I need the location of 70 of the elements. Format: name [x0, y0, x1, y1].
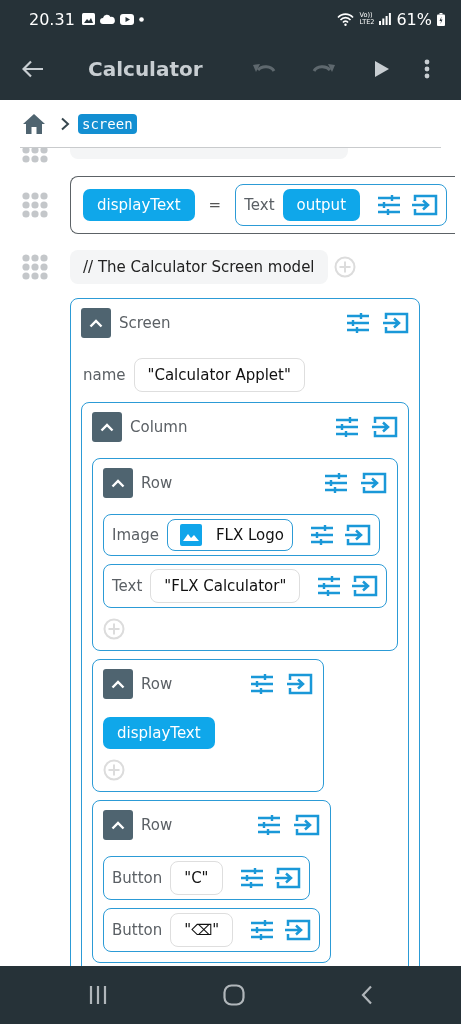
- enter-icon[interactable]: [361, 472, 388, 494]
- collapse-button[interactable]: [103, 810, 133, 840]
- widget-type: Row: [141, 675, 174, 693]
- drag-handle-icon[interactable]: [22, 254, 48, 280]
- back-icon[interactable]: [361, 985, 374, 1005]
- comment-text[interactable]: // The Calculator Screen model: [70, 250, 328, 284]
- status-time: 20.31: [29, 9, 75, 29]
- widget-type: Screen: [119, 314, 172, 332]
- chevron-up-icon: [100, 422, 114, 432]
- dot-icon: [138, 16, 144, 22]
- video-icon: [119, 13, 134, 25]
- value-field[interactable]: "Calculator Applet": [133, 358, 305, 392]
- chevron-up-icon: [111, 478, 125, 488]
- value-field[interactable]: "⌫": [170, 913, 234, 947]
- cloud-icon: [99, 14, 115, 24]
- chevron-up-icon: [111, 679, 125, 689]
- sliders-icon[interactable]: [378, 195, 400, 215]
- enter-icon[interactable]: [274, 867, 301, 889]
- enter-icon[interactable]: [345, 524, 371, 546]
- collapse-button[interactable]: [103, 669, 133, 699]
- recents-icon[interactable]: [87, 985, 108, 1005]
- widget-type: Text: [112, 577, 143, 595]
- property-label: name: [83, 366, 126, 384]
- image-selector[interactable]: FLX Logo: [167, 519, 293, 551]
- chevron-up-icon: [111, 820, 125, 830]
- chevron-up-icon: [89, 318, 103, 328]
- enter-icon[interactable]: [352, 575, 379, 597]
- app-title: Calculator: [87, 57, 204, 81]
- sliders-icon[interactable]: [258, 815, 281, 835]
- enter-icon[interactable]: [372, 416, 399, 438]
- widget-type: Column: [130, 418, 189, 436]
- battery-percentage: 61%: [396, 9, 432, 29]
- collapse-button[interactable]: [103, 468, 133, 498]
- battery-icon: [437, 12, 445, 26]
- sliders-icon[interactable]: [347, 313, 370, 333]
- enter-icon[interactable]: [287, 673, 313, 695]
- value-field[interactable]: "FLX Calculator": [150, 569, 301, 603]
- enter-icon[interactable]: [412, 194, 438, 216]
- enter-icon[interactable]: [285, 919, 312, 941]
- operator: =: [208, 196, 222, 214]
- chevron-right-icon: [60, 116, 70, 131]
- sliders-icon[interactable]: [251, 920, 274, 940]
- wifi-icon: [337, 12, 355, 26]
- image-name: FLX Logo: [216, 526, 284, 544]
- image-icon: [180, 524, 202, 546]
- widget-type: Button: [112, 869, 163, 887]
- sliders-icon[interactable]: [240, 868, 263, 888]
- breadcrumb-item[interactable]: screen: [78, 113, 137, 134]
- collapse-button[interactable]: [92, 412, 122, 442]
- home-icon[interactable]: [22, 112, 46, 135]
- image-icon: [81, 13, 95, 25]
- collapse-button[interactable]: [81, 308, 111, 338]
- enter-icon[interactable]: [383, 312, 410, 334]
- sliders-icon[interactable]: [311, 525, 333, 545]
- more-icon: [424, 59, 430, 79]
- widget-type: Text: [244, 196, 275, 214]
- widget-type: Row: [141, 474, 174, 492]
- home-icon[interactable]: [223, 984, 246, 1006]
- drag-handle-icon[interactable]: [22, 192, 48, 218]
- widget-type: Row: [141, 816, 174, 834]
- sliders-icon[interactable]: [251, 674, 273, 694]
- sliders-icon[interactable]: [318, 576, 341, 596]
- signal-icon: [379, 13, 392, 25]
- value-field[interactable]: "C": [170, 861, 223, 895]
- enter-icon[interactable]: [294, 814, 321, 836]
- widget-type: Image: [112, 526, 159, 544]
- back-arrow-icon: [22, 60, 44, 78]
- sliders-icon[interactable]: [325, 473, 348, 493]
- widget-type: Button: [112, 921, 163, 939]
- sliders-icon[interactable]: [336, 417, 359, 437]
